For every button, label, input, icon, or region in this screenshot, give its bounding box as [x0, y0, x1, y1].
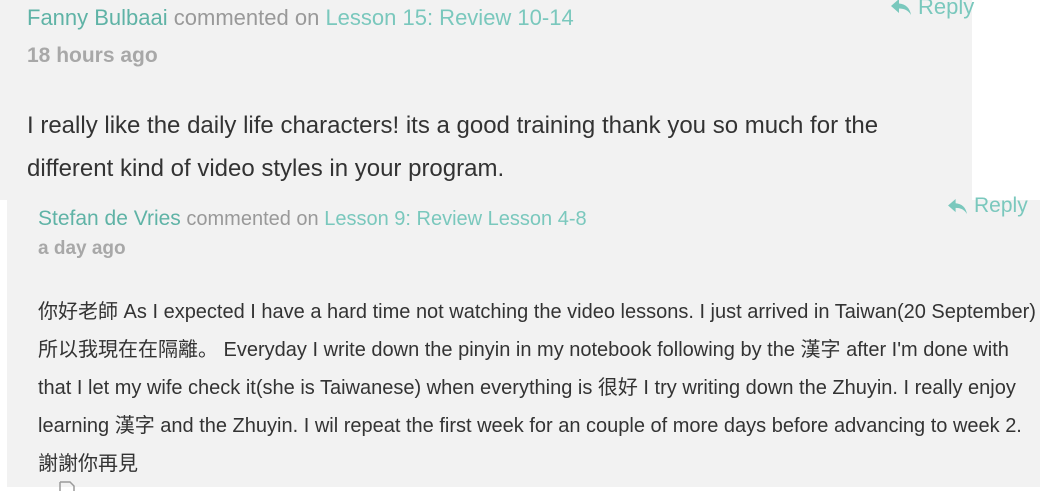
- comment-timestamp: 18 hours ago: [27, 44, 158, 67]
- reply-button[interactable]: Reply: [890, 0, 974, 20]
- reply-arrow-icon: [948, 198, 967, 214]
- comment-author[interactable]: Fanny Bulbaai: [27, 5, 168, 30]
- comment-header: Fanny Bulbaai commented on Lesson 15: Re…: [27, 5, 574, 31]
- reply-button[interactable]: Reply: [947, 194, 1028, 218]
- comment-timestamp: a day ago: [38, 238, 126, 259]
- document-icon[interactable]: [57, 481, 77, 491]
- comment-header: Stefan de Vries commented on Lesson 9: R…: [38, 207, 587, 231]
- reply-arrow-icon: [891, 0, 911, 15]
- comment-action: commented on: [173, 5, 320, 30]
- comment-card: Fanny Bulbaai commented on Lesson 15: Re…: [0, 0, 974, 200]
- comment-body: 你好老師 As I expected I have a hard time no…: [38, 301, 1036, 475]
- comment-action: commented on: [186, 208, 319, 230]
- lesson-link[interactable]: Lesson 9: Review Lesson 4-8: [324, 208, 586, 230]
- reply-label: Reply: [918, 0, 975, 19]
- comment-body: I really like the daily life characters!…: [27, 112, 879, 182]
- comment-author[interactable]: Stefan de Vries: [38, 207, 181, 230]
- reply-label: Reply: [974, 194, 1028, 217]
- comment-card: Stefan de Vries commented on Lesson 9: R…: [7, 194, 1040, 491]
- lesson-link[interactable]: Lesson 15: Review 10-14: [325, 5, 573, 30]
